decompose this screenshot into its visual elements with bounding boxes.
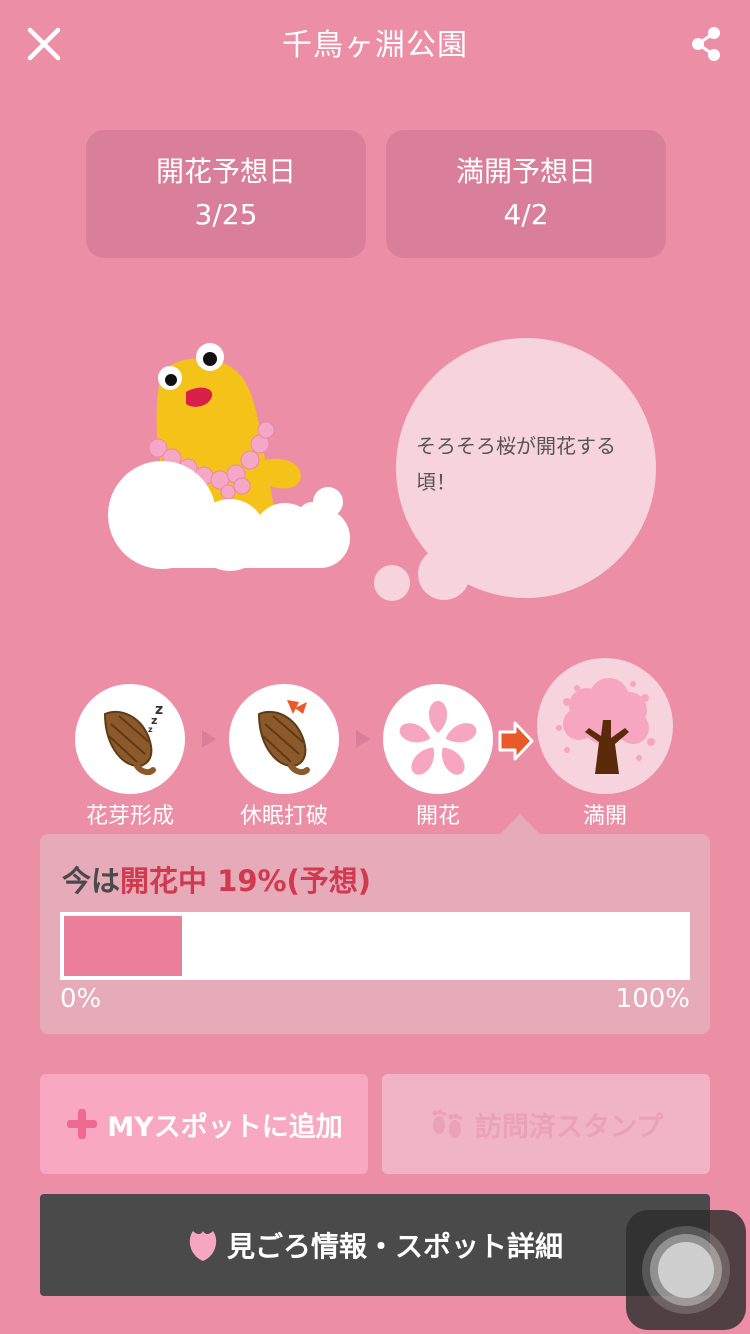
full-bloom-forecast-date: 4/2 (503, 198, 549, 231)
speech-bubble-text: そろそろ桜が開花する頃！ (416, 434, 616, 494)
svg-text:z: z (148, 725, 153, 734)
bloom-forecast-card: 開花予想日 3/25 (86, 130, 366, 258)
stage-label-bloom: 開花 (415, 804, 460, 829)
progress-min-label: 0% (60, 984, 102, 1014)
stage-dormancy-break (229, 684, 339, 794)
assistive-touch-button[interactable] (626, 1210, 746, 1330)
sleeping-bud-icon: z z z (103, 702, 163, 776)
bloom-forecast-date: 3/25 (194, 198, 258, 231)
stage-arrow-1 (202, 730, 216, 748)
bloom-status-text: 今は開花中 19%(予想) (62, 858, 371, 900)
stage-label-full-bloom: 満開 (582, 804, 627, 829)
spot-detail-label: 見ごろ情報・スポット詳細 (226, 1230, 563, 1263)
stage-full-bloom (537, 658, 673, 794)
awakening-bud-icon (257, 700, 310, 776)
status-prefix: 今は (62, 864, 121, 898)
visited-stamp-button[interactable]: 訪問済スタンプ (382, 1074, 710, 1174)
share-icon (692, 27, 720, 61)
current-stage-arrow-icon (498, 721, 534, 761)
bloom-forecast-label: 開花予想日 (155, 155, 296, 188)
footprints-icon (432, 1109, 462, 1138)
stage-bloom (383, 684, 493, 794)
visited-stamp-label: 訪問済スタンプ (474, 1111, 664, 1143)
add-my-spot-label: MYスポットに追加 (107, 1111, 343, 1143)
status-stage: 開花中 (120, 864, 208, 898)
progress-bar-fill (64, 916, 182, 976)
page-title: 千鳥ヶ淵公園 (282, 28, 468, 63)
assistive-touch-icon (642, 1226, 730, 1314)
status-percent: 19%(予想) (217, 864, 372, 898)
add-my-spot-button[interactable]: MYスポットに追加 (40, 1074, 368, 1174)
share-button[interactable] (686, 24, 726, 64)
stage-arrow-2 (356, 730, 370, 748)
sakura-flower-icon (399, 701, 477, 775)
sakura-petal-icon (189, 1231, 217, 1261)
progress-max-label: 100% (615, 984, 690, 1014)
thought-dot-small (374, 565, 410, 601)
stage-label-bud-formation: 花芽形成 (85, 804, 174, 829)
spot-detail-button[interactable]: 見ごろ情報・スポット詳細 (40, 1194, 710, 1296)
stage-label-dormancy-break: 休眠打破 (239, 804, 328, 829)
mascot-illustration (108, 343, 350, 571)
full-bloom-forecast-card: 満開予想日 4/2 (386, 130, 666, 258)
plus-icon (67, 1109, 98, 1139)
panel-pointer (500, 814, 540, 834)
full-bloom-tree-icon (556, 678, 655, 774)
full-bloom-forecast-label: 満開予想日 (455, 155, 596, 188)
stage-bud-formation: z z z (75, 684, 185, 794)
